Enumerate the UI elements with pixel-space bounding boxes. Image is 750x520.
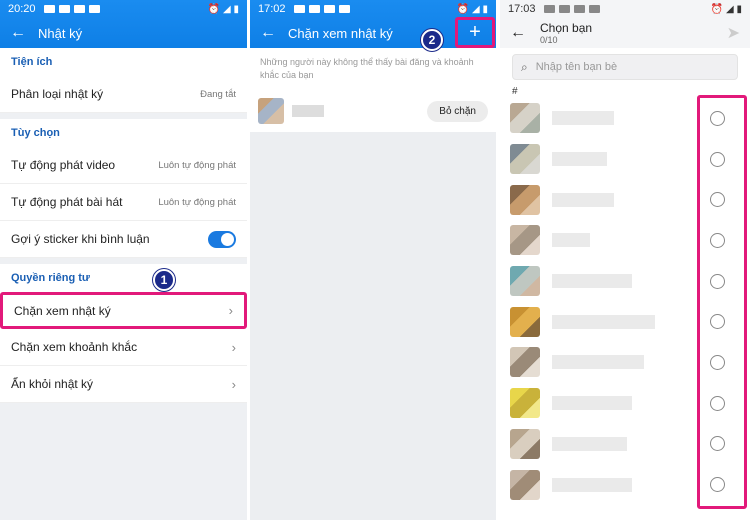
- avatar: [510, 469, 540, 500]
- chevron-right-icon: ›: [228, 303, 233, 318]
- blocked-user-row: Bỏ chặn: [250, 90, 496, 132]
- row-label: Ẩn khỏi nhật ký: [11, 377, 94, 391]
- row-value: Đang tắt: [200, 88, 236, 100]
- app-bar: ← Chọn bạn 0/10 ➤: [500, 18, 750, 48]
- back-arrow-icon[interactable]: ←: [260, 24, 276, 42]
- row-label: Tự động phát video: [11, 158, 116, 172]
- blurred-name: [552, 192, 614, 207]
- step-badge-2: 2: [421, 29, 443, 51]
- avatar: [510, 388, 540, 419]
- blurred-name: [552, 436, 627, 451]
- avatar: [510, 184, 540, 215]
- avatar: [510, 347, 540, 378]
- blurred-name: [552, 314, 655, 329]
- page-title: Chọn bạn: [540, 20, 593, 35]
- avatar: [510, 306, 540, 337]
- chevron-right-icon: ›: [231, 376, 236, 392]
- row-value: Luôn tự động phát: [158, 159, 236, 171]
- section-header: Tiện ích: [11, 56, 53, 68]
- row-label: Chặn xem khoảnh khắc: [11, 340, 138, 354]
- blurred-name: [552, 274, 632, 289]
- row-label: Gợi ý sticker khi bình luận: [11, 232, 150, 246]
- avatar: [510, 266, 540, 297]
- page-title: Chặn xem nhật ký: [288, 25, 393, 41]
- avatar: [510, 225, 540, 256]
- row-block-moments[interactable]: Chặn xem khoảnh khắc ›: [0, 329, 247, 366]
- block-list-panel: 17:02 ⏰ ◢ ▮ ← Chặn xem nhật ký 2 + Những…: [250, 0, 496, 520]
- section-utilities: Tiện ích Phân loại nhật ký Đang tắt: [0, 48, 247, 113]
- status-bar: 20:20 ⏰ ◢ ▮: [0, 0, 247, 18]
- send-icon[interactable]: ➤: [727, 23, 740, 43]
- page-title: Nhật ký: [38, 25, 83, 41]
- radio-highlight: [697, 95, 747, 509]
- section-header: Tùy chọn: [11, 127, 60, 139]
- avatar: [510, 428, 540, 459]
- back-arrow-icon[interactable]: ←: [10, 24, 26, 42]
- status-time: 17:02: [258, 3, 286, 15]
- notification-icons: [543, 5, 600, 13]
- section-header: Quyền riêng tư: [11, 272, 90, 284]
- row-block-diary[interactable]: Chặn xem nhật ký ›: [0, 292, 247, 329]
- plus-icon: +: [469, 21, 481, 43]
- blurred-name: [552, 396, 632, 411]
- panel1-header: 20:20 ⏰ ◢ ▮ ← Nhật ký: [0, 0, 247, 48]
- blurred-name: [552, 111, 614, 126]
- chevron-right-icon: ›: [231, 339, 236, 355]
- diary-settings-panel: 20:20 ⏰ ◢ ▮ ← Nhật ký Tiện ích Phân loại…: [0, 0, 247, 520]
- row-autoplay-video[interactable]: Tự động phát video Luôn tự động phát: [0, 147, 247, 184]
- avatar: [510, 103, 540, 134]
- blurred-name: [552, 355, 644, 370]
- unblock-button[interactable]: Bỏ chặn: [427, 100, 488, 122]
- row-sticker-suggest: Gợi ý sticker khi bình luận: [0, 221, 247, 258]
- selection-count: 0/10: [540, 34, 558, 45]
- notification-icons: [293, 5, 350, 13]
- status-bar: 17:03 ⏰ ◢ ▮: [500, 0, 750, 18]
- row-hide-from-diary[interactable]: Ẩn khỏi nhật ký ›: [0, 366, 247, 403]
- app-bar: ← Nhật ký: [0, 18, 247, 48]
- row-label: Chặn xem nhật ký: [14, 303, 111, 318]
- back-arrow-icon[interactable]: ←: [510, 24, 526, 42]
- blurred-name: [552, 477, 632, 492]
- system-icons: ⏰ ◢ ▮: [207, 3, 239, 15]
- system-icons: ⏰ ◢ ▮: [456, 3, 488, 15]
- row-label: Phân loại nhật ký: [11, 87, 104, 101]
- row-label: Tự động phát bài hát: [11, 195, 123, 209]
- avatar: [258, 98, 284, 124]
- search-icon: ⌕: [521, 59, 528, 74]
- blurred-name: [552, 152, 607, 167]
- section-options: Tùy chọn Tự động phát video Luôn tự động…: [0, 119, 247, 258]
- row-diary-category[interactable]: Phân loại nhật ký Đang tắt: [0, 76, 247, 113]
- section-privacy: Quyền riêng tư 1 Chặn xem nhật ký › Chặn…: [0, 264, 247, 403]
- system-icons: ⏰ ◢ ▮: [710, 3, 742, 15]
- step-badge-1: 1: [153, 269, 175, 291]
- row-value: Luôn tự động phát: [158, 196, 236, 208]
- block-note: Những người này không thể thấy bài đăng …: [250, 48, 496, 90]
- status-time: 20:20: [8, 3, 36, 15]
- status-bar: 17:02 ⏰ ◢ ▮: [250, 0, 496, 18]
- avatar: [510, 144, 540, 175]
- row-autoplay-song[interactable]: Tự động phát bài hát Luôn tự động phát: [0, 184, 247, 221]
- status-time: 17:03: [508, 3, 536, 15]
- blurred-name: [292, 105, 324, 117]
- choose-friends-panel: 17:03 ⏰ ◢ ▮ ← Chọn bạn 0/10 ➤ ⌕ Nhập tên…: [500, 0, 750, 520]
- add-button[interactable]: +: [455, 17, 495, 48]
- sticker-toggle[interactable]: [208, 230, 236, 248]
- search-placeholder: Nhập tên bạn bè: [535, 61, 618, 73]
- friend-search-input[interactable]: ⌕ Nhập tên bạn bè: [512, 54, 738, 80]
- blurred-name: [552, 233, 590, 248]
- notification-icons: [43, 5, 100, 13]
